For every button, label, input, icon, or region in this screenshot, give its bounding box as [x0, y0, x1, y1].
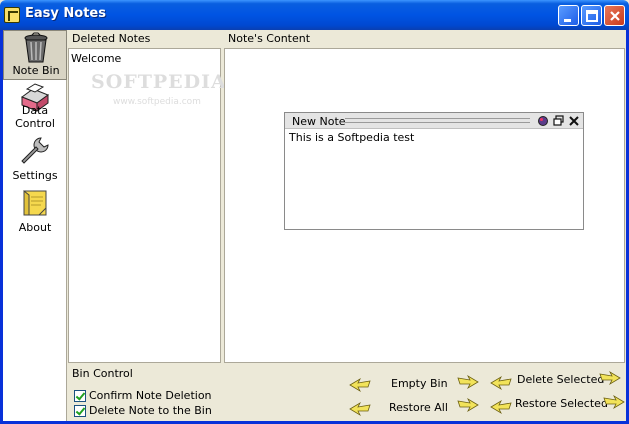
- empty-bin-button[interactable]: Empty Bin: [391, 377, 448, 390]
- close-note-icon[interactable]: [568, 115, 580, 127]
- maximize-button[interactable]: [581, 5, 602, 26]
- restore-window-icon[interactable]: [553, 115, 565, 127]
- restore-selected-button[interactable]: Restore Selected: [515, 397, 608, 410]
- left-arrow-icon[interactable]: [489, 399, 513, 415]
- delete-to-bin-label: Delete Note to the Bin: [89, 404, 212, 417]
- confirm-deletion-checkbox[interactable]: [74, 390, 86, 402]
- left-arrow-icon[interactable]: [489, 375, 513, 391]
- list-item[interactable]: Welcome: [71, 52, 121, 65]
- note-window[interactable]: New Note This is a Softpedia test: [284, 112, 584, 230]
- app-icon: [4, 7, 20, 23]
- maximize-icon: [586, 10, 598, 22]
- window-title: Easy Notes: [25, 6, 106, 21]
- deleted-notes-list[interactable]: SOFTPEDIA www.softpedia.com Welcome: [68, 48, 226, 363]
- left-arrow-icon[interactable]: [348, 401, 372, 417]
- deleted-notes-header: Deleted Notes: [72, 32, 151, 45]
- sticky-note-icon: [23, 189, 47, 216]
- watermark-url: www.softpedia.com: [113, 97, 201, 107]
- restore-all-button[interactable]: Restore All: [389, 401, 448, 414]
- minimize-button[interactable]: [558, 5, 579, 26]
- nav-label-settings: Settings: [12, 169, 58, 182]
- nav-label-data-control: Data Control: [15, 104, 55, 130]
- minimize-icon: [564, 19, 571, 22]
- note-body[interactable]: This is a Softpedia test: [289, 131, 414, 144]
- note-title-bar[interactable]: New Note: [285, 113, 583, 129]
- note-grip: [345, 118, 530, 123]
- bin-control-header: Bin Control: [72, 367, 133, 380]
- nav-panel: Note Bin Data Control Settings About: [3, 30, 67, 421]
- note-content-header: Note's Content: [228, 32, 311, 45]
- watermark: SOFTPEDIA: [91, 71, 227, 93]
- wrench-icon: [21, 137, 49, 164]
- nav-item-settings[interactable]: Settings: [3, 134, 67, 184]
- right-arrow-icon[interactable]: [456, 374, 480, 390]
- trash-bin-icon: [24, 32, 48, 63]
- confirm-deletion-label: Confirm Note Deletion: [89, 389, 212, 402]
- nav-item-about[interactable]: About: [3, 186, 67, 236]
- nav-label-note-bin: Note Bin: [12, 64, 60, 77]
- title-bar[interactable]: Easy Notes: [0, 0, 629, 30]
- nav-item-note-bin[interactable]: Note Bin: [3, 30, 67, 80]
- delete-to-bin-checkbox[interactable]: [74, 405, 86, 417]
- delete-selected-button[interactable]: Delete Selected: [517, 373, 604, 386]
- nav-label-about: About: [18, 221, 52, 234]
- left-arrow-icon[interactable]: [348, 377, 372, 393]
- right-arrow-icon[interactable]: [602, 394, 626, 410]
- nav-item-data-control[interactable]: Data Control: [3, 82, 67, 132]
- close-icon: [610, 11, 620, 21]
- right-arrow-icon[interactable]: [456, 397, 480, 413]
- close-button[interactable]: [604, 5, 625, 26]
- color-picker-icon[interactable]: [537, 115, 549, 127]
- right-arrow-icon[interactable]: [598, 370, 622, 386]
- note-title: New Note: [292, 115, 346, 128]
